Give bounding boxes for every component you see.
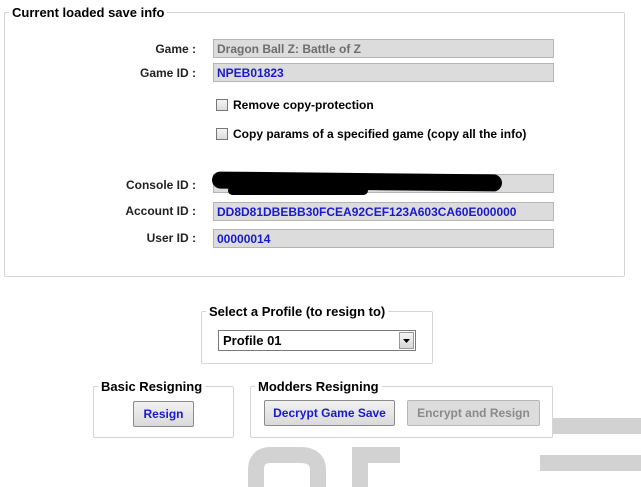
user-id-field[interactable]: 00000014 (213, 229, 554, 248)
basic-resigning-legend: Basic Resigning (101, 379, 203, 394)
profile-select[interactable]: Profile 01 (218, 330, 416, 351)
console-id-label: Console ID : (125, 178, 196, 192)
redaction-mark (228, 186, 368, 195)
modders-resigning-legend: Modders Resigning (258, 379, 379, 394)
profile-legend: Select a Profile (to resign to) (209, 304, 386, 319)
remove-copy-protection-label: Remove copy-protection (233, 98, 374, 112)
decrypt-game-save-button[interactable]: Decrypt Game Save (264, 400, 395, 426)
profile-select-value: Profile 01 (223, 333, 282, 348)
game-id-field[interactable]: NPEB01823 (213, 63, 554, 82)
remove-copy-protection-checkbox[interactable]: Remove copy-protection (216, 98, 374, 112)
encrypt-and-resign-button[interactable]: Encrypt and Resign (407, 400, 540, 426)
save-info-legend: Current loaded save info (12, 5, 165, 20)
game-field: Dragon Ball Z: Battle of Z (213, 39, 554, 58)
game-id-label: Game ID : (139, 66, 196, 80)
resign-button[interactable]: Resign (133, 401, 194, 427)
account-id-field[interactable]: DD8D81DBEBB30FCEA92CEF123A603CA60E000000 (213, 202, 554, 221)
chevron-down-icon[interactable] (399, 332, 414, 349)
copy-params-checkbox[interactable]: Copy params of a specified game (copy al… (216, 127, 526, 141)
user-id-label: User ID : (146, 231, 196, 245)
game-label: Game : (155, 42, 196, 56)
copy-params-label: Copy params of a specified game (copy al… (233, 127, 527, 141)
account-id-label: Account ID : (125, 204, 196, 218)
checkbox-icon (216, 99, 228, 111)
checkbox-icon (216, 128, 228, 140)
